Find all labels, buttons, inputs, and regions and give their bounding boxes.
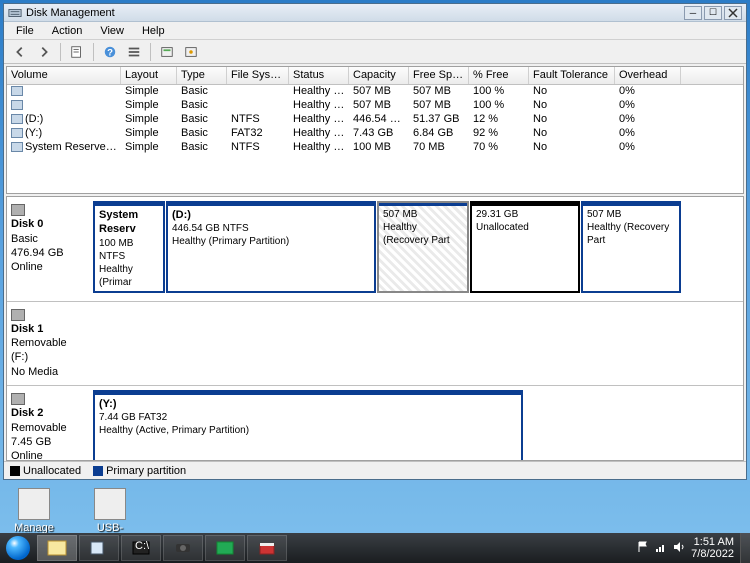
col-pctfree[interactable]: % Free [469,67,529,84]
taskbar-item[interactable] [163,535,203,561]
refresh-icon[interactable] [157,42,177,62]
partition[interactable]: (Y:)7.44 GB FAT32Healthy (Active, Primar… [93,390,523,461]
tray-flag-icon[interactable] [637,541,649,556]
taskbar-item[interactable] [37,535,77,561]
menu-action[interactable]: Action [44,24,91,38]
legend-swatch-primary [93,466,103,476]
legend-label: Primary partition [106,465,186,477]
titlebar[interactable]: Disk Management ─ ☐ [4,4,746,22]
system-tray: 1:51 AM 7/8/2022 [637,536,740,560]
close-button[interactable] [724,6,742,20]
col-fs[interactable]: File System [227,67,289,84]
col-ft[interactable]: Fault Tolerance [529,67,615,84]
col-volume[interactable]: Volume [7,67,121,84]
menu-bar: File Action View Help [4,22,746,40]
taskbar-item[interactable] [247,535,287,561]
partition[interactable]: 507 MBHealthy (Recovery Part [581,201,681,293]
usb-dism-icon [94,488,126,520]
show-desktop-button[interactable] [740,533,750,563]
disk-info[interactable]: Disk 0Basic476.94 GBOnline [7,197,89,301]
volume-header: Volume Layout Type File System Status Ca… [7,67,743,85]
wireless-icon [18,488,50,520]
forward-icon[interactable] [34,42,54,62]
app-icon [8,6,22,20]
col-status[interactable]: Status [289,67,349,84]
menu-help[interactable]: Help [134,24,173,38]
partition[interactable]: 507 MBHealthy (Recovery Part [377,201,469,293]
partition[interactable]: System Reserv100 MB NTFSHealthy (Primar [93,201,165,293]
disk-block: Disk 0Basic476.94 GBOnlineSystem Reserv1… [7,197,743,302]
properties-icon[interactable] [67,42,87,62]
col-type[interactable]: Type [177,67,227,84]
taskbar-item[interactable] [205,535,245,561]
menu-view[interactable]: View [92,24,132,38]
clock[interactable]: 1:51 AM 7/8/2022 [691,536,734,560]
svg-text:C:\: C:\ [135,540,150,552]
disk-management-window: Disk Management ─ ☐ File Action View Hel… [3,3,747,480]
toolbar: ? [4,40,746,64]
disk-block: Disk 1Removable (F:)No Media [7,302,743,386]
disk-map: Disk 0Basic476.94 GBOnlineSystem Reserv1… [6,196,744,461]
volume-list: Volume Layout Type File System Status Ca… [6,66,744,194]
disk-partitions: (Y:)7.44 GB FAT32Healthy (Active, Primar… [89,386,743,461]
legend-swatch-unallocated [10,466,20,476]
windows-orb-icon [6,536,30,560]
col-overhead[interactable]: Overhead [615,67,681,84]
col-free[interactable]: Free Spa... [409,67,469,84]
volume-row[interactable]: (Y:)SimpleBasicFAT32Healthy (P...7.43 GB… [7,127,743,141]
taskbar-item[interactable] [79,535,119,561]
start-button[interactable] [0,533,36,563]
volume-row[interactable]: SimpleBasicHealthy (R...507 MB507 MB100 … [7,99,743,113]
menu-file[interactable]: File [8,24,42,38]
maximize-button[interactable]: ☐ [704,6,722,20]
disk-block: Disk 2Removable7.45 GBOnline(Y:)7.44 GB … [7,386,743,461]
volume-row[interactable]: (D:)SimpleBasicNTFSHealthy (P...446.54 G… [7,113,743,127]
partition[interactable]: (D:)446.54 GB NTFSHealthy (Primary Parti… [166,201,376,293]
tray-volume-icon[interactable] [673,541,685,556]
taskbar: C:\ 1:51 AM 7/8/2022 [0,533,750,563]
disk-partitions: System Reserv100 MB NTFSHealthy (Primar(… [89,197,743,301]
legend: Unallocated Primary partition [4,461,746,479]
minimize-button[interactable]: ─ [684,6,702,20]
disk-info[interactable]: Disk 2Removable7.45 GBOnline [7,386,89,461]
volume-row[interactable]: System Reserved (...SimpleBasicNTFSHealt… [7,141,743,155]
col-layout[interactable]: Layout [121,67,177,84]
partition[interactable]: 29.31 GBUnallocated [470,201,580,293]
disk-info[interactable]: Disk 1Removable (F:)No Media [7,302,89,385]
volume-rows: SimpleBasicHealthy (R...507 MB507 MB100 … [7,85,743,193]
back-icon[interactable] [10,42,30,62]
col-capacity[interactable]: Capacity [349,67,409,84]
window-title: Disk Management [26,7,684,19]
help-icon[interactable]: ? [100,42,120,62]
disk-partitions [89,302,743,385]
tray-network-icon[interactable] [655,541,667,556]
volume-row[interactable]: SimpleBasicHealthy (R...507 MB507 MB100 … [7,85,743,99]
taskbar-item[interactable]: C:\ [121,535,161,561]
legend-label: Unallocated [23,465,81,477]
settings-icon[interactable] [181,42,201,62]
svg-text:?: ? [107,47,113,58]
list-icon[interactable] [124,42,144,62]
